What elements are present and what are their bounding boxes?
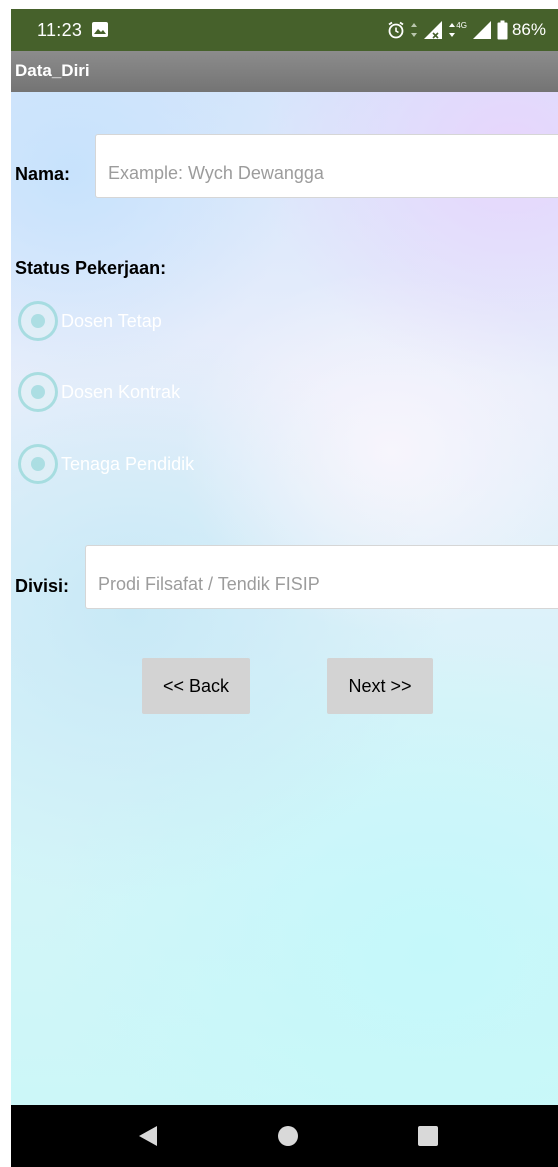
radio-tenaga-pendidik[interactable]: Tenaga Pendidik <box>18 442 194 486</box>
status-bar: 11:23 4G 86% <box>11 9 558 51</box>
app-title: Data_Diri <box>15 61 90 80</box>
battery-icon <box>497 20 508 40</box>
radio-button-icon[interactable] <box>18 301 58 341</box>
phone-screen: 11:23 4G 86% Data_Diri Nama: Example: Wy… <box>0 0 558 1167</box>
signal-icon <box>472 21 491 39</box>
data-arrows-icon <box>411 23 418 37</box>
radio-label: Tenaga Pendidik <box>61 453 195 474</box>
app-title-bar: Data_Diri <box>11 51 558 92</box>
back-button[interactable]: << Back <box>142 658 250 714</box>
alarm-icon <box>388 21 404 39</box>
divisi-label: Divisi: <box>15 576 70 596</box>
status-pekerjaan-heading: Status Pekerjaan: <box>15 258 167 278</box>
screen-edge <box>0 0 11 1167</box>
nav-back-icon[interactable] <box>135 1123 161 1149</box>
radio-button-icon[interactable] <box>18 372 58 412</box>
status-time: 11:23 <box>37 20 83 40</box>
radio-label: Dosen Tetap <box>61 310 162 331</box>
data-arrows-icon <box>449 23 456 37</box>
status-icons: 4G 86% <box>386 17 546 43</box>
form-screen: Nama: Status Pekerjaan: Dosen Tetap Dose… <box>11 92 558 1105</box>
radio-dosen-kontrak[interactable]: Dosen Kontrak <box>18 370 180 414</box>
nav-recents-icon[interactable] <box>415 1123 441 1149</box>
network-type: 4G <box>456 20 467 30</box>
android-navigation-bar <box>11 1105 558 1167</box>
divisi-input[interactable] <box>85 545 558 609</box>
radio-button-icon[interactable] <box>18 444 58 484</box>
nama-input[interactable] <box>95 134 558 198</box>
radio-label: Dosen Kontrak <box>61 381 181 402</box>
next-button[interactable]: Next >> <box>327 658 433 714</box>
nama-label: Nama: <box>15 164 71 184</box>
signal-icon <box>424 21 443 39</box>
battery-level: 86% <box>511 20 546 39</box>
radio-dosen-tetap[interactable]: Dosen Tetap <box>18 299 162 343</box>
nav-home-icon[interactable] <box>275 1123 301 1149</box>
gallery-icon <box>92 22 108 37</box>
